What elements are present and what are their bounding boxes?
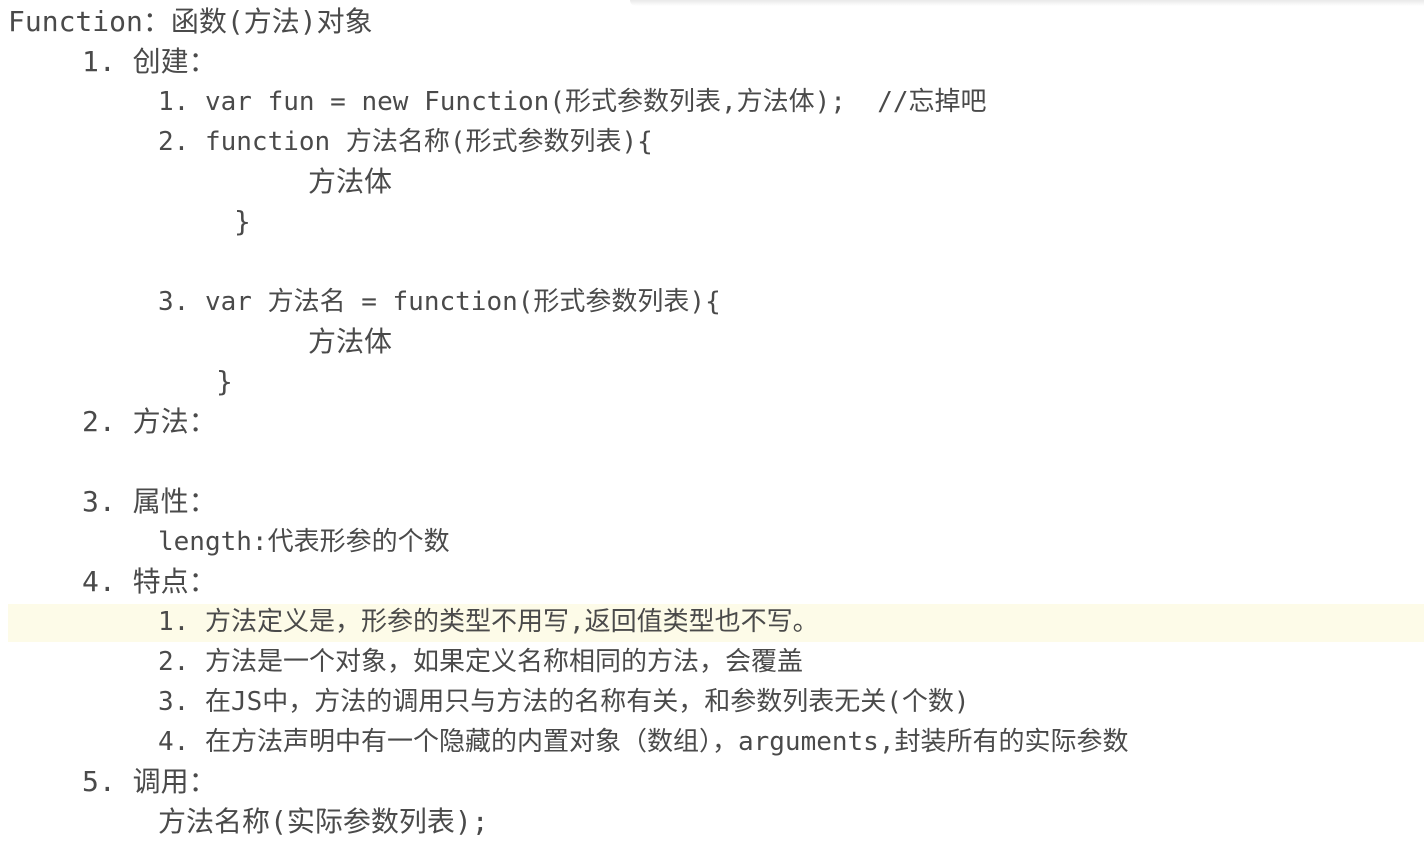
feature-item-1: 1. 方法定义是，形参的类型不用写,返回值类型也不写。 <box>158 607 819 637</box>
feature-item-3: 3. 在JS中，方法的调用只与方法的名称有关，和参数列表无关(个数) <box>158 687 970 717</box>
feature-item-4: 4. 在方法声明中有一个隐藏的内置对象（数组），arguments,封装所有的实… <box>158 727 1129 757</box>
section-properties-label: 3. 属性： <box>82 485 217 518</box>
create-item-2-body: 方法体 <box>308 165 393 198</box>
create-item-3-close-brace: } <box>216 365 233 398</box>
create-item-3-body: 方法体 <box>308 325 393 358</box>
section-methods-label: 2. 方法： <box>82 405 217 438</box>
invoke-syntax: 方法名称(实际参数列表); <box>158 805 489 838</box>
create-item-1: 1. var fun = new Function(形式参数列表,方法体); /… <box>158 87 987 117</box>
create-item-2: 2. function 方法名称(形式参数列表){ <box>158 127 653 157</box>
create-item-2-close-brace: } <box>234 205 251 238</box>
window-edge-shadow <box>630 0 1424 6</box>
feature-item-2: 2. 方法是一个对象，如果定义名称相同的方法，会覆盖 <box>158 647 803 677</box>
property-length: length:代表形参的个数 <box>158 527 450 557</box>
section-features-label: 4. 特点： <box>82 565 217 598</box>
document-heading: Function：函数(方法)对象 <box>8 5 373 38</box>
create-item-3: 3. var 方法名 = function(形式参数列表){ <box>158 287 721 317</box>
section-create-label: 1. 创建： <box>82 45 217 78</box>
section-invoke-label: 5. 调用： <box>82 765 217 798</box>
